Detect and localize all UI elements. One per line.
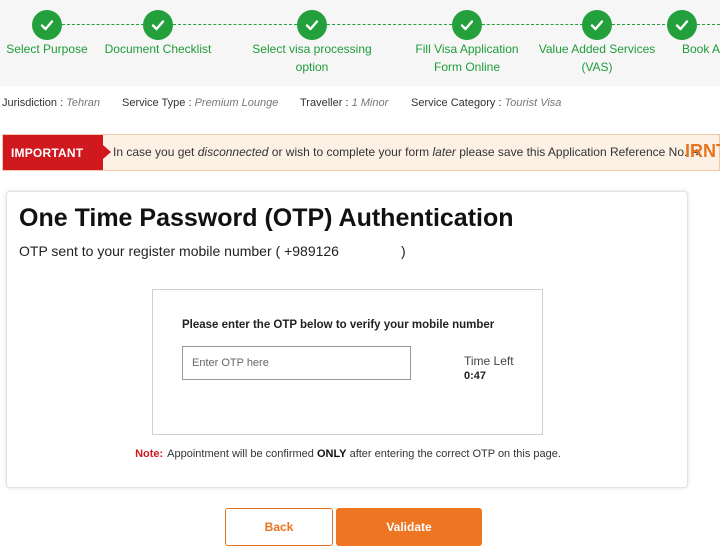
traveller-info: Traveller : 1 Minor	[300, 97, 388, 109]
note-emphasis: ONLY	[316, 448, 347, 460]
validate-button[interactable]: Validate	[336, 508, 482, 546]
check-icon	[452, 10, 482, 40]
traveller-value: 1 Minor	[351, 97, 389, 109]
note-text: Appointment will be confirmed	[167, 448, 317, 460]
banner-text-emphasis: disconnected	[197, 145, 269, 159]
step-connector	[173, 24, 297, 25]
service-category-info: Service Category : Tourist Visa	[411, 97, 561, 109]
jurisdiction-label: Jurisdiction :	[2, 97, 64, 109]
step-connector	[612, 24, 720, 25]
service-category-value: Tourist Visa	[504, 97, 562, 109]
otp-sent-close: )	[400, 243, 406, 259]
jurisdiction-value: Tehran	[66, 97, 101, 109]
jurisdiction-info: Jurisdiction : Tehran	[2, 97, 100, 109]
otp-prompt: Please enter the OTP below to verify you…	[182, 319, 495, 331]
banner-text-part: or wish to complete your form	[268, 145, 433, 159]
step-book-appointment[interactable]: Book Ap	[652, 10, 720, 58]
service-type-value: Premium Lounge	[194, 97, 279, 109]
time-left-label: Time Left	[464, 354, 514, 368]
step-connector	[327, 24, 452, 25]
otp-sent-message: OTP sent to your register mobile number …	[19, 243, 406, 259]
page-title: One Time Password (OTP) Authentication	[19, 204, 514, 232]
service-category-label: Service Category :	[411, 97, 502, 109]
traveller-label: Traveller :	[300, 97, 349, 109]
confirmation-note: Note: Appointment will be confirmed ONLY …	[7, 448, 689, 460]
step-label-line2: (VAS)	[581, 60, 613, 74]
important-banner: IMPORTANT In case you get disconnected o…	[2, 134, 720, 171]
step-label: Value Added Services	[538, 42, 656, 56]
application-info-bar: Jurisdiction : Tehran Service Type : Pre…	[0, 86, 720, 124]
important-tag: IMPORTANT	[3, 135, 111, 170]
banner-message: In case you get disconnected or wish to …	[113, 145, 701, 159]
banner-text-part: In case you get	[113, 145, 198, 159]
note-text: after entering the correct OTP on this p…	[346, 448, 561, 460]
progress-steps: Select Purpose Document Checklist Select…	[0, 0, 720, 86]
check-icon	[667, 10, 697, 40]
step-label-line2: Form Online	[433, 60, 501, 74]
step-value-added-services[interactable]: Value Added Services (VAS)	[522, 10, 672, 76]
application-reference-number: IRNT	[685, 141, 720, 161]
step-fill-visa-application[interactable]: Fill Visa Application Form Online	[392, 10, 542, 76]
step-label: Document Checklist	[104, 42, 212, 56]
step-connector	[482, 24, 583, 25]
step-label: Select visa processing option	[252, 42, 372, 74]
step-connector	[62, 24, 144, 25]
check-icon	[297, 10, 327, 40]
check-icon	[143, 10, 173, 40]
step-label: Fill Visa Application	[415, 42, 519, 56]
otp-entry-box: Please enter the OTP below to verify you…	[152, 289, 543, 435]
service-type-label: Service Type :	[122, 97, 192, 109]
note-label: Note:	[135, 448, 164, 460]
back-button[interactable]: Back	[225, 508, 333, 546]
step-select-visa-processing[interactable]: Select visa processing option	[237, 10, 387, 76]
otp-card: One Time Password (OTP) Authentication O…	[6, 191, 688, 488]
check-icon	[32, 10, 62, 40]
banner-text-part: please save this Application Reference N…	[455, 145, 691, 159]
check-icon	[582, 10, 612, 40]
step-document-checklist[interactable]: Document Checklist	[83, 10, 233, 58]
step-label: Book Ap	[682, 42, 720, 56]
time-left-value: 0:47	[464, 370, 487, 382]
otp-sent-text: OTP sent to your register mobile number …	[19, 243, 339, 259]
banner-text-emphasis: later	[432, 145, 456, 159]
service-type-info: Service Type : Premium Lounge	[122, 97, 278, 109]
otp-input[interactable]	[182, 346, 411, 380]
